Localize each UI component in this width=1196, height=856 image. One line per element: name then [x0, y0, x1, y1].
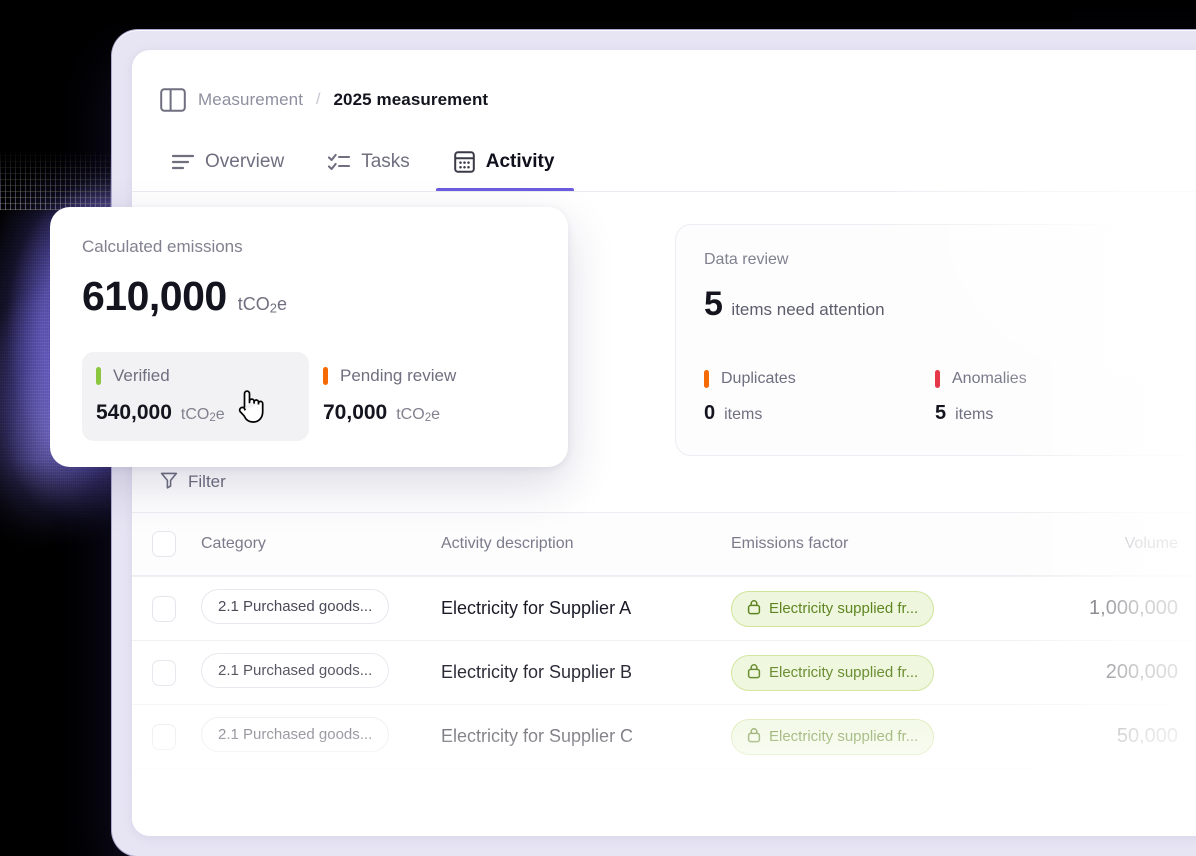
table-row[interactable]: 2.1 Purchased goods... Electricity for S… — [132, 704, 1196, 768]
emissions-factor-text: Electricity supplied fr... — [769, 664, 919, 681]
pending-review-unit: tCO2e — [396, 406, 440, 425]
table-row[interactable]: 2.1 Purchased goods... Electricity for S… — [132, 576, 1196, 640]
data-review-card: Data review 5 items need attention Dupli… — [675, 224, 1195, 456]
column-header-emissions-factor[interactable]: Emissions factor — [731, 535, 1003, 553]
emissions-factor-text: Electricity supplied fr... — [769, 600, 919, 617]
tab-activity[interactable]: Activity — [435, 151, 575, 191]
activity-table: Category Activity description Emissions … — [132, 512, 1196, 832]
select-all-checkbox[interactable] — [152, 531, 176, 557]
verified-label: Verified — [113, 366, 170, 385]
data-review-headline-text: items need attention — [731, 300, 885, 319]
duplicates-count: 0 — [704, 402, 716, 424]
table-row[interactable]: 2.1 Purchased goods... Electricity for S… — [132, 640, 1196, 704]
anomalies-unit: items — [955, 406, 994, 423]
duplicates-label: Duplicates — [721, 370, 796, 387]
sidebar-panel-icon[interactable] — [160, 88, 186, 112]
emissions-factor-text: Electricity supplied fr... — [769, 728, 919, 745]
anomalies-count: 5 — [935, 402, 947, 424]
volume-value: 1,000,000 — [1089, 597, 1178, 619]
table-header-row: Category Activity description Emissions … — [132, 512, 1196, 576]
verified-unit: tCO2e — [180, 406, 225, 425]
verified-marker-icon — [96, 367, 101, 385]
metric-anomalies: Anomalies 5 items — [935, 370, 1166, 425]
row-checkbox[interactable] — [152, 723, 176, 750]
category-chip[interactable]: 2.1 Purchased goods... — [201, 652, 390, 688]
pending-review-value: 70,000 — [323, 401, 388, 424]
data-review-label: Data review — [704, 251, 789, 268]
tab-overview[interactable]: Overview — [154, 151, 304, 191]
screenshot-stage: Measurement / 2025 measurement Overview — [0, 0, 1196, 856]
calculated-emissions-label: Calculated emissions — [82, 237, 243, 256]
pending-review-breakdown[interactable]: Pending review 70,000 tCO2e — [309, 352, 536, 441]
activity-description: Electricity for Supplier B — [441, 662, 633, 682]
pending-review-marker-icon — [323, 367, 328, 385]
column-header-category[interactable]: Category — [201, 535, 441, 553]
anomalies-label: Anomalies — [952, 370, 1027, 387]
row-checkbox[interactable] — [152, 659, 176, 686]
background-corner-mask — [0, 0, 1072, 22]
activity-description: Electricity for Supplier A — [441, 598, 632, 618]
category-chip[interactable]: 2.1 Purchased goods... — [201, 716, 390, 752]
tab-overview-label: Overview — [205, 151, 285, 172]
breadcrumb-parent[interactable]: Measurement — [198, 90, 303, 110]
tab-tasks-label: Tasks — [361, 151, 410, 172]
funnel-icon — [160, 471, 178, 494]
verified-value: 540,000 — [96, 401, 172, 424]
lock-icon — [747, 663, 761, 683]
duplicates-unit: items — [724, 406, 763, 423]
anomalies-marker-icon — [935, 370, 940, 388]
verified-breakdown[interactable]: Verified 540,000 tCO2e — [82, 352, 309, 441]
list-lines-icon — [172, 153, 194, 171]
category-chip[interactable]: 2.1 Purchased goods... — [201, 588, 390, 624]
emissions-factor-tag[interactable]: Electricity supplied fr... — [731, 718, 935, 755]
pointer-hand-cursor — [238, 390, 264, 423]
tab-bar: Overview Tasks Activity — [132, 124, 1196, 192]
column-header-activity-description[interactable]: Activity description — [441, 535, 731, 553]
checklist-icon — [328, 153, 351, 171]
emissions-factor-tag[interactable]: Electricity supplied fr... — [731, 590, 935, 627]
filter-label: Filter — [188, 472, 226, 491]
duplicates-marker-icon — [704, 370, 709, 388]
table-row-empty — [132, 768, 1196, 832]
metric-duplicates: Duplicates 0 items — [704, 370, 935, 425]
activity-description: Electricity for Supplier C — [441, 726, 634, 746]
breadcrumb-separator: / — [316, 91, 321, 108]
emissions-factor-tag[interactable]: Electricity supplied fr... — [731, 654, 935, 691]
lock-icon — [747, 727, 761, 747]
volume-value: 50,000 — [1116, 725, 1178, 747]
column-header-volume[interactable]: Volume — [1003, 535, 1188, 553]
tab-activity-label: Activity — [485, 151, 555, 172]
lock-icon — [747, 599, 761, 619]
calculated-emissions-total: 610,000 — [82, 273, 227, 319]
breadcrumb: Measurement / 2025 measurement — [132, 50, 1196, 124]
tab-tasks[interactable]: Tasks — [310, 151, 430, 191]
calculated-emissions-unit: tCO2e — [237, 294, 287, 316]
data-review-headline-number: 5 — [704, 285, 723, 323]
calculated-emissions-card: Calculated emissions 610,000 tCO2e Verif… — [50, 207, 568, 467]
calculator-icon — [453, 151, 475, 173]
row-checkbox[interactable] — [152, 595, 176, 622]
pending-review-label: Pending review — [340, 366, 457, 385]
filter-button[interactable]: Filter — [160, 471, 226, 494]
volume-value: 200,000 — [1105, 661, 1178, 683]
breadcrumb-current: 2025 measurement — [333, 90, 489, 109]
